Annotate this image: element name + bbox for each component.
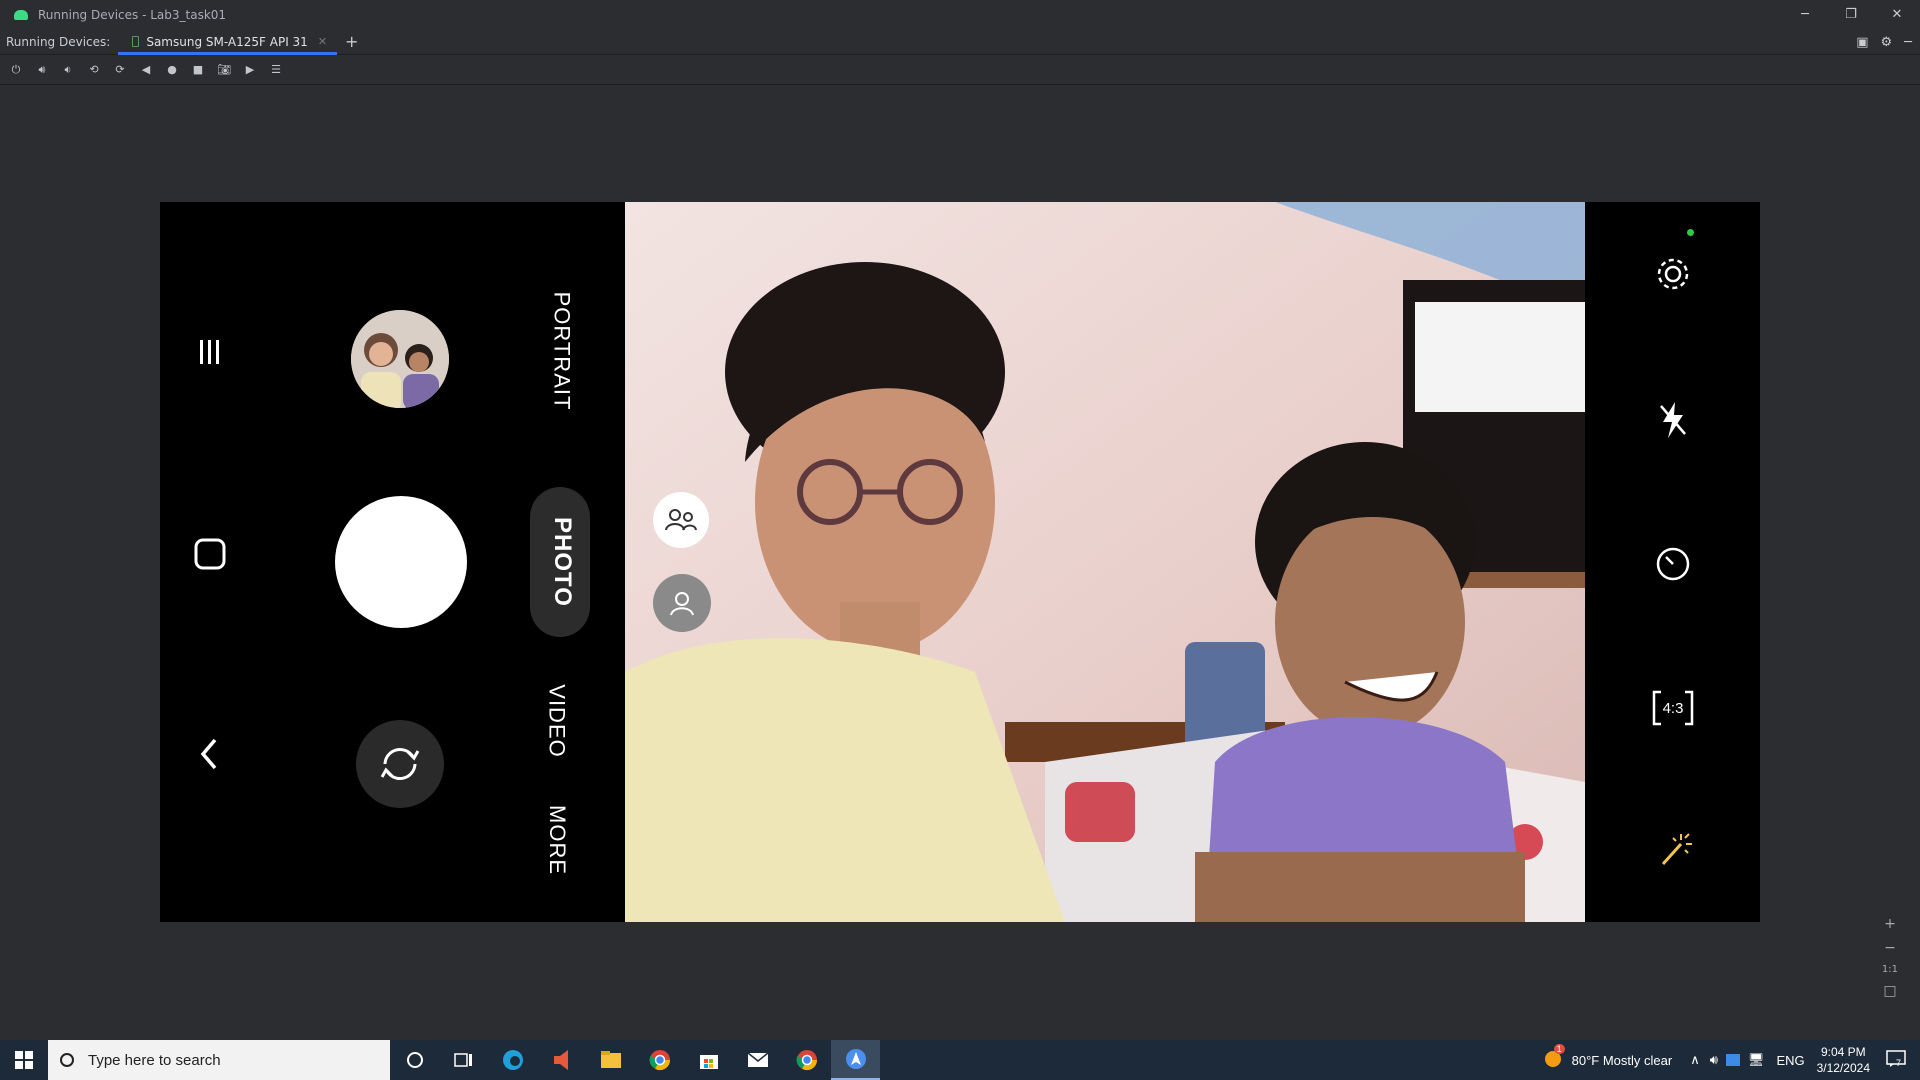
start-button[interactable] [0,1040,48,1080]
add-device-button[interactable]: + [345,32,358,51]
minimize-button[interactable]: ─ [1782,0,1828,29]
window-titlebar: Running Devices - Lab3_task01 ─ ❐ ✕ [0,0,1920,29]
running-devices-tabbar: Running Devices: Samsung SM-A125F API 31… [0,29,1920,55]
weather-badge: 1 [1553,1043,1565,1054]
mode-more[interactable]: MORE [544,805,570,875]
android-studio-icon [14,9,28,20]
hide-panel-icon[interactable]: ─ [1904,35,1912,50]
phone-icon [132,36,140,47]
timer-icon[interactable] [1645,536,1701,592]
network-icon[interactable]: 🖥︎ [1748,1052,1765,1068]
mode-video[interactable]: VIDEO [544,684,570,757]
clock-time: 9:04 PM [1820,1045,1866,1059]
volume-down-icon[interactable]: 🔉︎ [60,62,76,78]
store-icon[interactable] [684,1040,733,1080]
gear-icon[interactable]: ⚙ [1881,35,1893,50]
volume-up-icon[interactable]: 🔊︎ [34,62,50,78]
multi-face-icon[interactable] [653,492,709,548]
shutter-button[interactable] [335,496,467,628]
window-controls: ─ ❐ ✕ [1782,0,1920,29]
rotate-right-icon[interactable]: ⟳ [112,62,128,78]
filters-effects-icon[interactable] [1645,822,1701,878]
device-stage: PORTRAIT PHOTO VIDEO MORE 4:3 + − 1:1 □ [0,86,1920,1040]
mail-icon[interactable] [733,1040,782,1080]
vpn-icon[interactable] [1725,1054,1740,1066]
task-view-icon[interactable] [439,1040,488,1080]
mode-photo[interactable]: PHOTO [548,517,576,607]
taskbar-search-box[interactable]: Type here to search [48,1040,390,1080]
zoom-fit-icon[interactable]: □ [1883,983,1896,999]
viewfinder-scene [625,202,1585,922]
close-button[interactable]: ✕ [1874,0,1920,29]
system-tray: 1 80°F Mostly clear ∧ 🔊︎ 🖥︎ ENG 9:04 PM … [1542,1040,1920,1080]
back-icon[interactable]: ◀ [138,62,154,78]
mode-portrait[interactable]: PORTRAIT [548,292,574,411]
tab-device-label: Samsung SM-A125F API 31 [146,34,308,49]
single-face-icon[interactable] [653,574,711,632]
aspect-ratio-label: 4:3 [1662,699,1684,717]
camera-viewfinder[interactable] [625,202,1585,922]
camera-controls-panel: PORTRAIT PHOTO VIDEO MORE [160,202,625,922]
chrome-profile-icon[interactable] [782,1040,831,1080]
search-icon [60,1053,74,1067]
screen-record-icon[interactable]: ▶ [242,62,258,78]
device-screen[interactable]: PORTRAIT PHOTO VIDEO MORE 4:3 [160,202,1760,922]
home-nav-icon[interactable] [188,532,232,576]
screenshot-icon[interactable]: 📷︎ [216,62,232,78]
aspect-ratio-button[interactable]: 4:3 [1645,680,1701,736]
chrome-icon[interactable] [635,1040,684,1080]
zoom-in-button[interactable]: + [1884,916,1896,932]
overview-icon[interactable]: ■ [190,62,206,78]
switch-camera-icon [380,747,420,781]
power-icon[interactable]: ⏻ [8,62,24,78]
home-icon[interactable]: ● [164,62,180,78]
zoom-actual-size-button[interactable]: 1:1 [1882,964,1898,975]
switch-camera-button[interactable] [356,720,444,808]
media-player-icon[interactable] [537,1040,586,1080]
device-toolbar: ⏻ 🔊︎ 🔉︎ ⟲ ⟳ ◀ ● ■ 📷︎ ▶ ☰ [0,55,1920,85]
close-tab-icon[interactable]: ✕ [318,35,327,48]
show-hidden-icons-chevron-icon[interactable]: ∧ [1690,1052,1700,1068]
camera-settings-panel: 4:3 [1585,202,1760,922]
weather-icon[interactable]: 1 [1542,1043,1565,1073]
tabbar-actions: ▣ ⚙ ─ [1856,29,1912,55]
cortana-icon[interactable] [390,1040,439,1080]
zoom-out-button[interactable]: − [1884,940,1896,956]
windows-taskbar: Type here to search 1 80°F Mostly clear … [0,1040,1920,1080]
layout-icon[interactable]: ▣ [1856,35,1868,50]
clock-date: 3/12/2024 [1816,1061,1870,1075]
file-explorer-icon[interactable] [586,1040,635,1080]
weather-text[interactable]: 80°F Mostly clear [1572,1053,1673,1068]
back-nav-icon[interactable] [188,732,232,776]
running-devices-label: Running Devices: [6,34,111,49]
language-indicator[interactable]: ENG [1776,1053,1804,1068]
edge-icon[interactable] [488,1040,537,1080]
recents-nav-icon[interactable] [188,330,232,374]
restore-button[interactable]: ❐ [1828,0,1874,29]
speaker-icon[interactable]: 🔊︎ [1710,1052,1718,1068]
notification-count: 7 [1896,1057,1902,1068]
flash-off-icon[interactable] [1645,392,1701,448]
tab-device[interactable]: Samsung SM-A125F API 31 ✕ [118,29,337,55]
windows-logo-icon [15,1051,33,1069]
more-options-icon[interactable]: ☰ [268,62,284,78]
settings-gear-icon[interactable] [1645,246,1701,302]
clock[interactable]: 9:04 PM 3/12/2024 [1817,1044,1870,1076]
camera-in-use-indicator [1687,229,1694,236]
android-studio-taskbar-icon[interactable] [831,1040,880,1080]
window-title: Running Devices - Lab3_task01 [38,7,227,22]
zoom-controls: + − 1:1 □ [1882,916,1898,999]
rotate-left-icon[interactable]: ⟲ [86,62,102,78]
search-placeholder: Type here to search [88,1051,221,1069]
notifications-icon[interactable]: 7 [1886,1049,1906,1071]
gallery-thumbnail[interactable] [351,310,449,408]
